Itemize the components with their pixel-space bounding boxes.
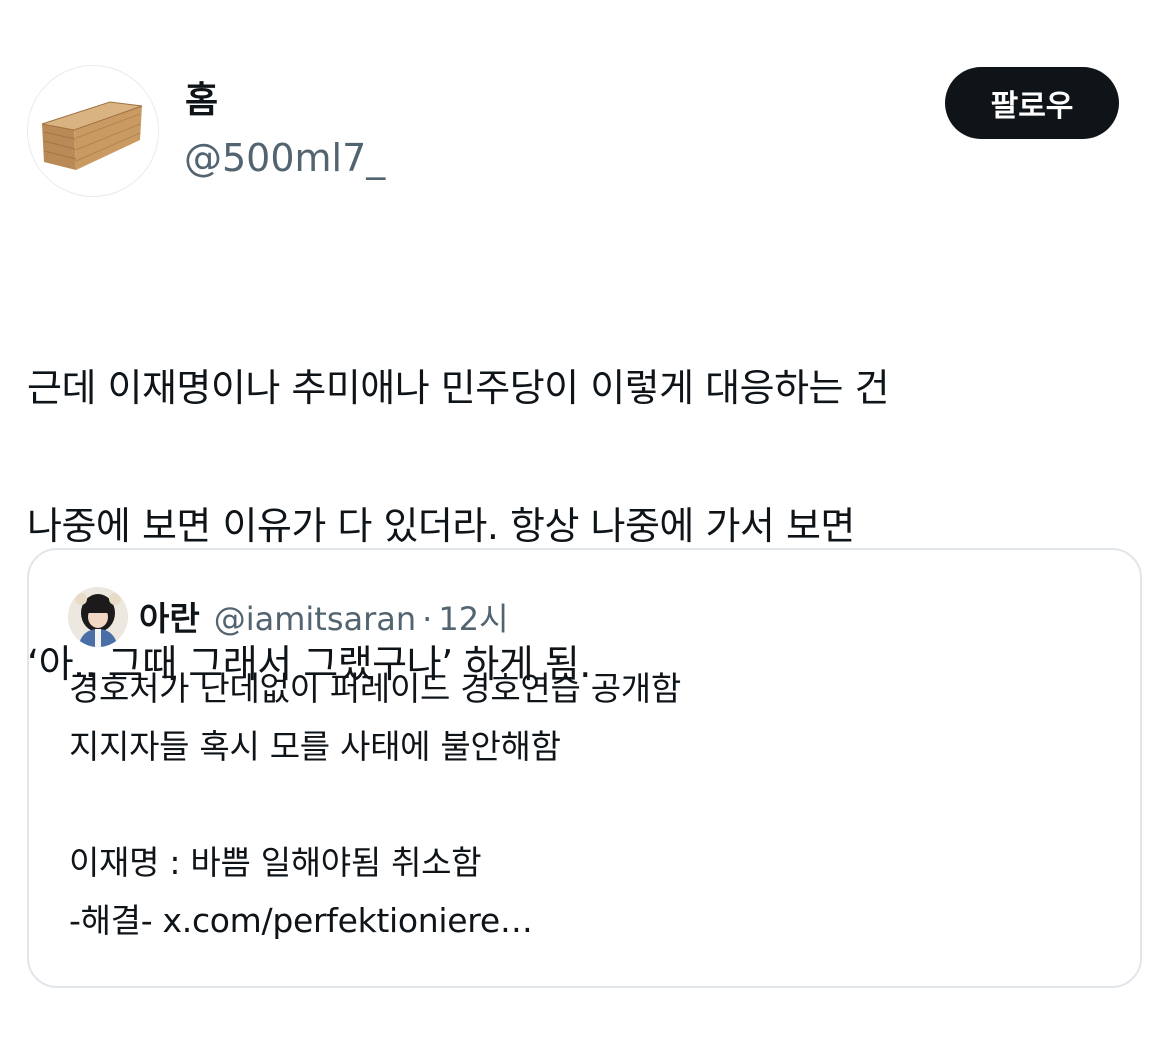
quoted-tweet-line: 경호처가 난데없이 퍼레이드 경호연습 공개함	[69, 669, 681, 708]
quoted-tweet-header: 아란 @iamitsaran · 12시	[139, 592, 509, 640]
quoted-author-avatar[interactable]	[68, 587, 128, 647]
quoted-tweet-card[interactable]: 아란 @iamitsaran · 12시 경호처가 난데없이 퍼레이드 경호연습…	[27, 548, 1142, 988]
quoted-tweet-blank-line	[69, 776, 1109, 834]
author-display-name[interactable]: 홈	[185, 78, 218, 124]
author-handle[interactable]: @500ml7_	[184, 134, 385, 182]
quoted-author-name[interactable]: 아란	[139, 592, 200, 640]
quoted-author-handle[interactable]: @iamitsaran	[214, 600, 416, 638]
quoted-tweet-time[interactable]: 12시	[438, 594, 508, 640]
tweet-line: 근데 이재명이나 추미애나 민주당이 이렇게 대응하는 건	[27, 366, 890, 410]
quoted-tweet-text: 경호처가 난데없이 퍼레이드 경호연습 공개함 지지자들 혹시 모를 사태에 불…	[69, 660, 1109, 950]
profile-photo-icon	[68, 587, 128, 647]
quoted-tweet-link[interactable]: -해결- x.com/perfektioniere…	[69, 892, 1109, 950]
quoted-tweet-line: 이재명 : 바쁨 일해야됨 취소함	[69, 843, 482, 882]
wooden-coffin-icon	[28, 66, 158, 196]
separator-dot: ·	[422, 600, 433, 638]
follow-button[interactable]: 팔로우	[945, 67, 1119, 139]
quoted-tweet-line: 지지자들 혹시 모를 사태에 불안해함	[69, 727, 561, 766]
author-avatar[interactable]	[27, 65, 159, 197]
